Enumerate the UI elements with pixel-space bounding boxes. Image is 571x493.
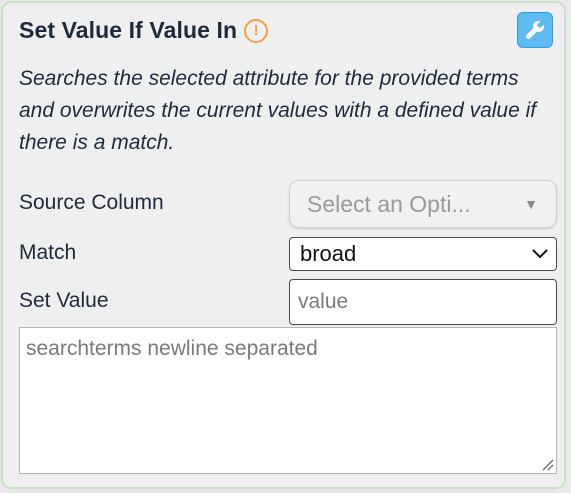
source-column-select[interactable]: Select an Opti... ▼ (289, 180, 557, 228)
match-select-value: broad (300, 241, 357, 266)
search-terms-textarea[interactable] (19, 327, 557, 474)
match-label: Match (19, 241, 77, 264)
set-value-input[interactable] (289, 279, 557, 325)
set-value-label: Set Value (19, 289, 109, 312)
exclamation-circle-icon[interactable]: ! (244, 18, 269, 43)
node-description: Searches the selected attribute for the … (19, 67, 537, 154)
caret-down-icon: ▼ (524, 196, 538, 212)
match-select[interactable]: broad (289, 237, 557, 271)
settings-wrench-button[interactable] (517, 12, 553, 48)
chevron-down-icon (532, 249, 548, 258)
node-header: Set Value If Value In ! (19, 17, 269, 44)
resize-grip-icon[interactable] (540, 457, 554, 471)
wrench-icon (525, 20, 545, 40)
source-column-select-value: Select an Opti... (307, 190, 471, 217)
set-value-if-value-in-node: Set Value If Value In ! Searches the sel… (1, 1, 566, 489)
node-title: Set Value If Value In (19, 17, 238, 43)
source-column-label: Source Column (19, 191, 164, 214)
